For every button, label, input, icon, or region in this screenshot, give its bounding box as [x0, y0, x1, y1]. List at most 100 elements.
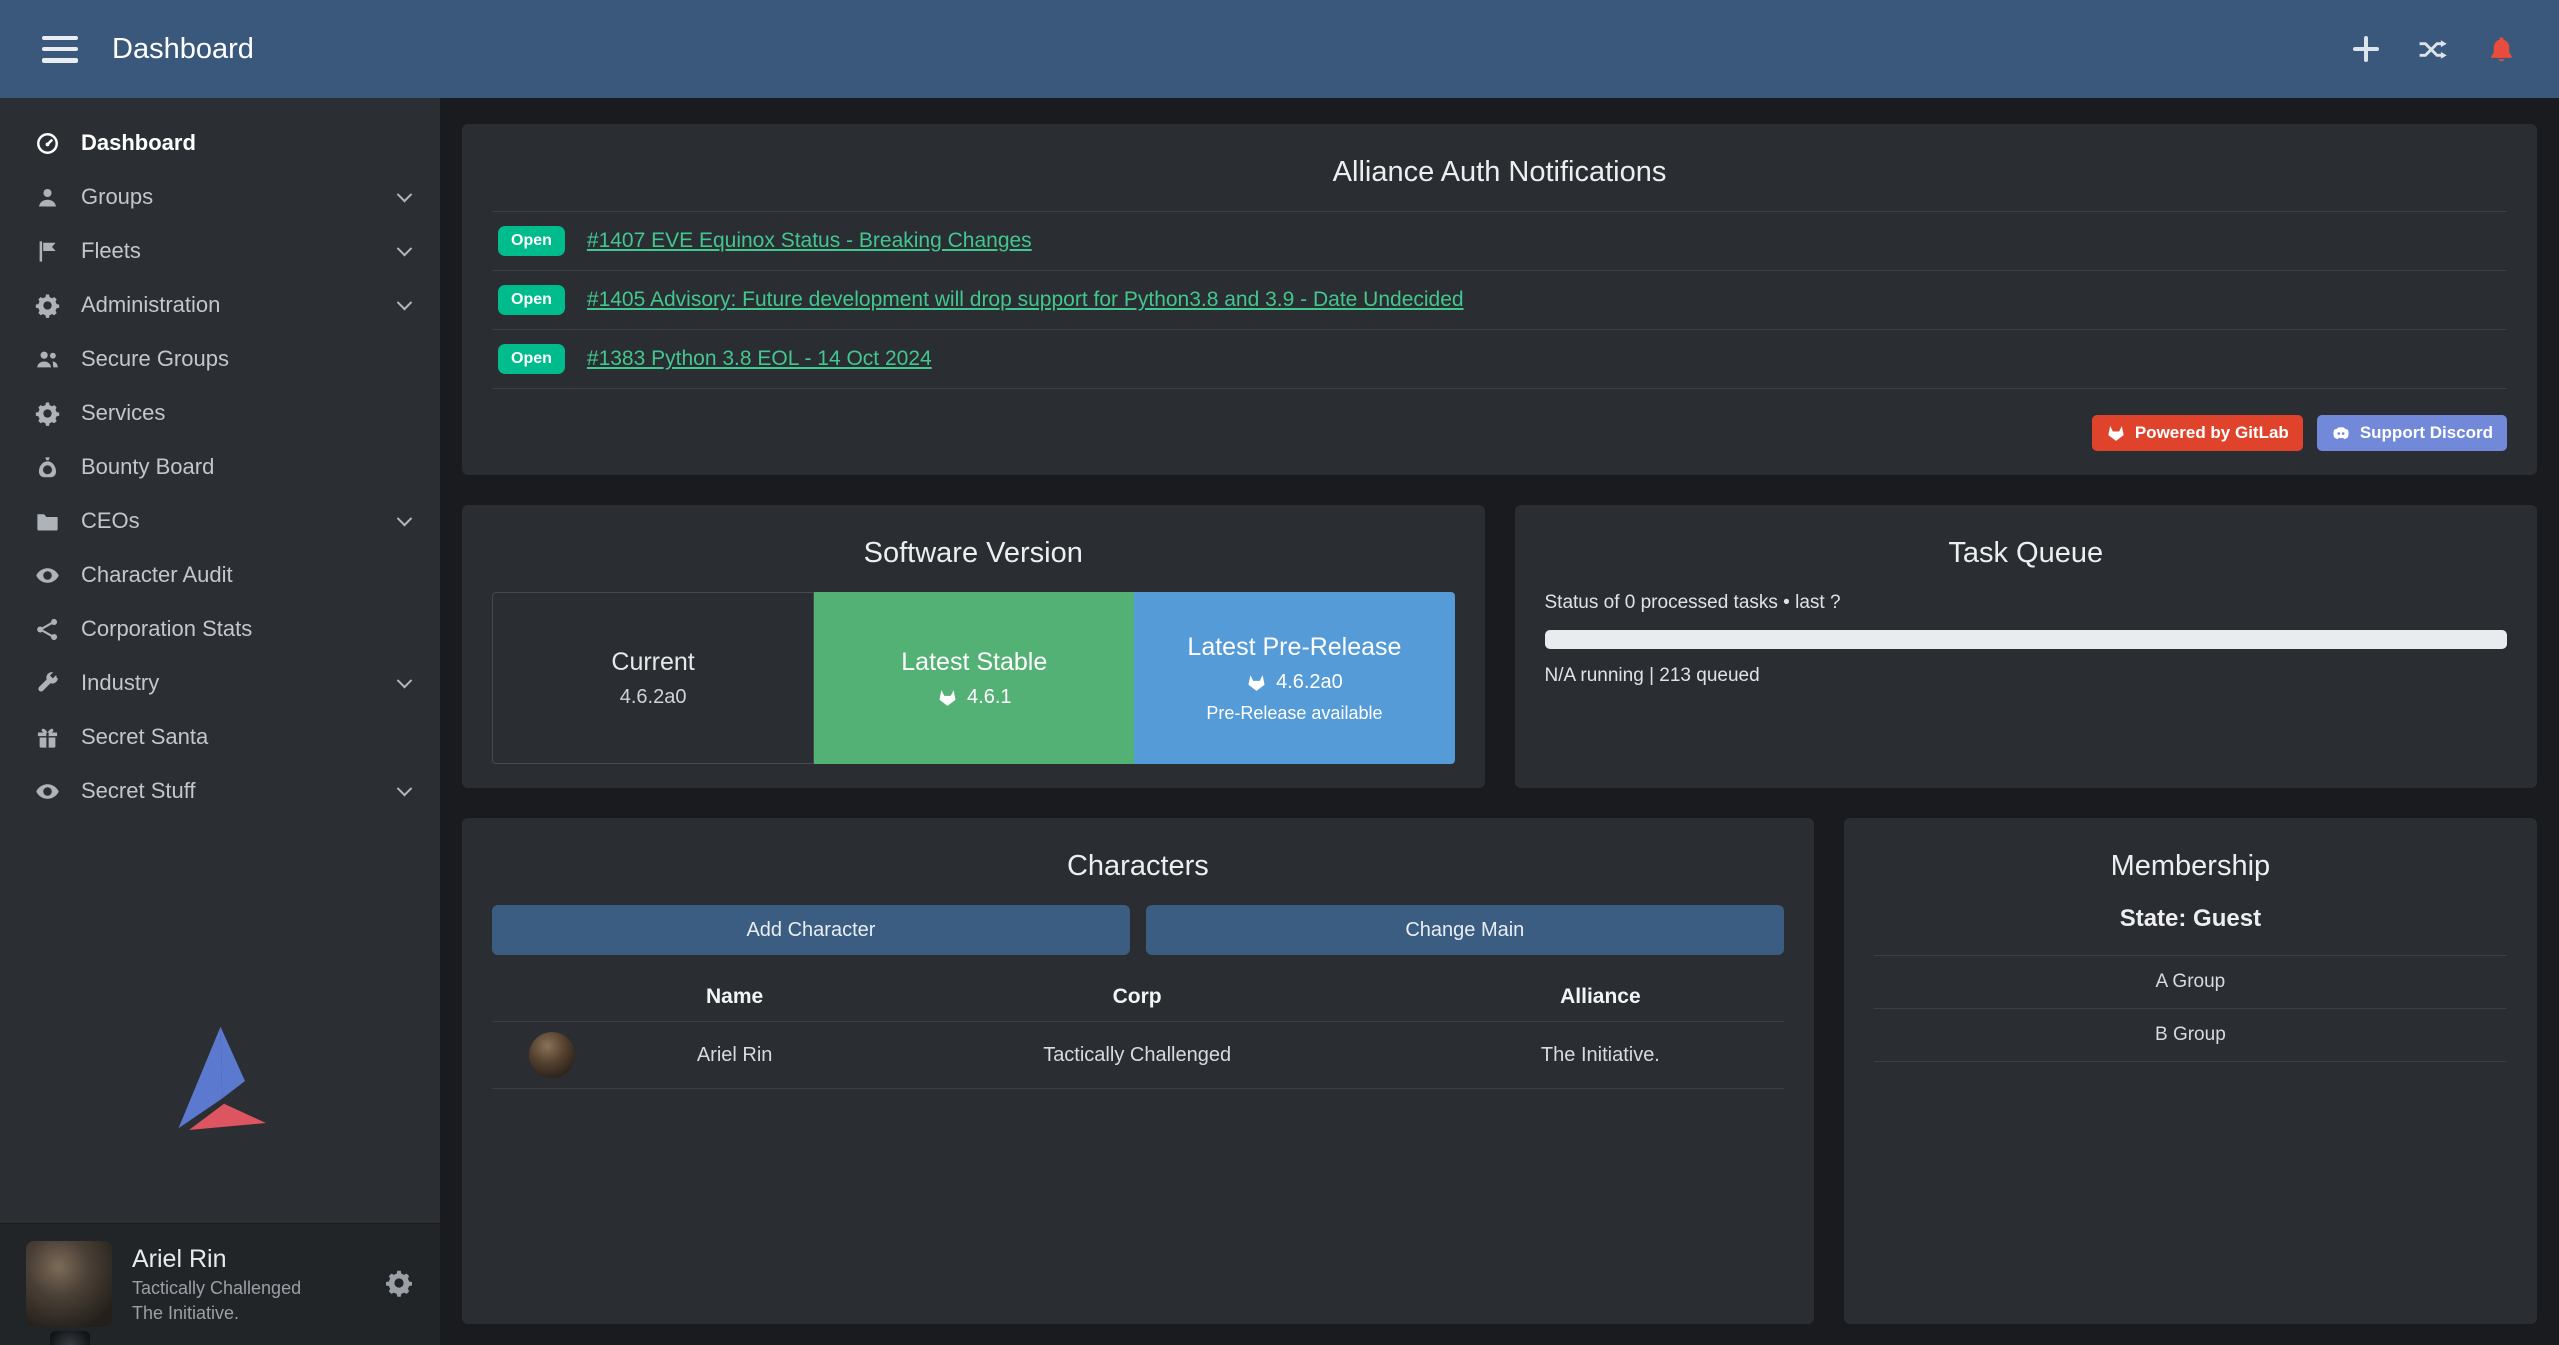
characters-card: Characters Add Character Change Main Nam…: [462, 818, 1814, 1324]
character-alliance: The Initiative.: [1417, 1022, 1784, 1089]
share-icon: [30, 616, 64, 643]
row-software-taskqueue: Software Version Current 4.6.2a0 Latest …: [462, 505, 2537, 788]
notifications-card: Alliance Auth Notifications Open #1407 E…: [462, 124, 2537, 475]
sidebar-item-corporation-stats[interactable]: Corporation Stats: [0, 602, 440, 656]
group-item: B Group: [1874, 1008, 2507, 1061]
notifications-bell-icon[interactable]: [2486, 34, 2517, 65]
sidebar-item-groups[interactable]: Groups: [0, 170, 440, 224]
user-settings-gear-icon[interactable]: [384, 1268, 414, 1301]
character-portrait: [529, 1032, 575, 1078]
user-avatar: [26, 1241, 112, 1327]
footer-badges: Powered by GitLab Support Discord: [492, 415, 2507, 451]
menu-toggle-button[interactable]: [42, 36, 78, 63]
chevron-down-icon: [397, 240, 413, 256]
notification-row: Open #1405 Advisory: Future development …: [492, 270, 2507, 329]
sidebar-item-services[interactable]: Services: [0, 386, 440, 440]
user-corp: Tactically Challenged: [132, 1278, 301, 1299]
version-prerelease-box: Latest Pre-Release 4.6.2a0 Pre-Release a…: [1134, 592, 1454, 764]
sidebar-item-label: CEOs: [81, 508, 140, 534]
task-queue-title: Task Queue: [1545, 537, 2508, 570]
version-prerelease-value: 4.6.2a0: [1246, 671, 1343, 694]
version-number: 4.6.1: [967, 686, 1011, 709]
folder-icon: [30, 508, 64, 535]
sidebar-item-administration[interactable]: Administration: [0, 278, 440, 332]
gears-icon: [30, 292, 64, 319]
add-icon[interactable]: [2353, 36, 2379, 62]
user-name: Ariel Rin: [132, 1245, 301, 1274]
support-discord-badge[interactable]: Support Discord: [2317, 415, 2507, 451]
user-meta: Ariel Rin Tactically Challenged The Init…: [132, 1245, 301, 1324]
chevron-down-icon: [397, 672, 413, 688]
notification-row: Open #1383 Python 3.8 EOL - 14 Oct 2024: [492, 329, 2507, 388]
sidebar-item-label: Secret Santa: [81, 724, 208, 750]
characters-actions: Add Character Change Main: [492, 905, 1784, 955]
alliance-column-header: Alliance: [1417, 973, 1784, 1022]
sidebar-item-secure-groups[interactable]: Secure Groups: [0, 332, 440, 386]
main-content: Alliance Auth Notifications Open #1407 E…: [440, 98, 2559, 1345]
gift-icon: [30, 724, 64, 751]
sidebar-item-label: Dashboard: [81, 130, 196, 156]
sidebar-item-ceos[interactable]: CEOs: [0, 494, 440, 548]
sidebar-item-label: Industry: [81, 670, 159, 696]
version-number: 4.6.2a0: [1276, 671, 1343, 694]
notification-link[interactable]: #1383 Python 3.8 EOL - 14 Oct 2024: [587, 347, 932, 371]
version-stable-value: 4.6.1: [937, 686, 1011, 709]
sidebar-item-label: Administration: [81, 292, 220, 318]
membership-state: State: Guest: [1874, 905, 2507, 933]
software-version-title: Software Version: [492, 537, 1455, 570]
sidebar-item-secret-santa[interactable]: Secret Santa: [0, 710, 440, 764]
sidebar-item-secret-stuff[interactable]: Secret Stuff: [0, 764, 440, 818]
status-badge: Open: [498, 285, 565, 315]
shuffle-icon[interactable]: [2417, 34, 2448, 65]
user-avatar-group: [26, 1241, 112, 1345]
sidebar-item-label: Character Audit: [81, 562, 233, 588]
chevron-down-icon: [397, 294, 413, 310]
membership-groups-list: A Group B Group: [1874, 955, 2507, 1062]
version-current-label: Current: [611, 648, 694, 677]
status-badge: Open: [498, 344, 565, 374]
chevron-down-icon: [397, 780, 413, 796]
change-main-button[interactable]: Change Main: [1146, 905, 1784, 955]
version-current-box: Current 4.6.2a0: [492, 592, 814, 764]
sidebar-item-industry[interactable]: Industry: [0, 656, 440, 710]
gitlab-icon: [2106, 423, 2126, 443]
notifications-list: Open #1407 EVE Equinox Status - Breaking…: [492, 211, 2507, 389]
gears-icon: [30, 400, 64, 427]
page-title: Dashboard: [112, 33, 254, 66]
sidebar-item-label: Secret Stuff: [81, 778, 196, 804]
sidebar-item-label: Corporation Stats: [81, 616, 252, 642]
money-icon: [30, 454, 64, 481]
characters-title: Characters: [492, 850, 1784, 883]
sidebar-item-dashboard[interactable]: Dashboard: [0, 116, 440, 170]
eye-icon: [30, 778, 64, 805]
group-item: A Group: [1874, 955, 2507, 1008]
notification-link[interactable]: #1407 EVE Equinox Status - Breaking Chan…: [587, 229, 1032, 253]
sidebar-item-label: Bounty Board: [81, 454, 214, 480]
sidebar-item-bounty-board[interactable]: Bounty Board: [0, 440, 440, 494]
character-row: Ariel Rin Tactically Challenged The Init…: [492, 1022, 1784, 1089]
wrench-icon: [30, 670, 64, 697]
character-corp: Tactically Challenged: [857, 1022, 1417, 1089]
gitlab-icon: [1246, 672, 1267, 693]
version-row: Current 4.6.2a0 Latest Stable 4.6.1 Late…: [492, 592, 1455, 764]
version-stable-label: Latest Stable: [901, 648, 1047, 677]
powered-by-gitlab-badge[interactable]: Powered by GitLab: [2092, 415, 2303, 451]
characters-table-header: Name Corp Alliance: [492, 973, 1784, 1022]
sidebar-item-label: Services: [81, 400, 165, 426]
task-queue-counts: N/A running | 213 queued: [1545, 665, 2508, 687]
notification-link[interactable]: #1405 Advisory: Future development will …: [587, 288, 1464, 312]
chevron-down-icon: [397, 510, 413, 526]
task-queue-status: Status of 0 processed tasks • last ?: [1545, 592, 2508, 614]
badge-label: Powered by GitLab: [2135, 423, 2289, 443]
sidebar-item-character-audit[interactable]: Character Audit: [0, 548, 440, 602]
task-queue-card: Task Queue Status of 0 processed tasks •…: [1515, 505, 2538, 788]
software-version-card: Software Version Current 4.6.2a0 Latest …: [462, 505, 1485, 788]
task-queue-progressbar: [1545, 630, 2508, 649]
sidebar-item-label: Groups: [81, 184, 153, 210]
sidebar-item-fleets[interactable]: Fleets: [0, 224, 440, 278]
discord-icon: [2331, 423, 2351, 443]
sidebar-item-label: Fleets: [81, 238, 141, 264]
alliance-auth-logo: [0, 1025, 440, 1130]
notifications-title: Alliance Auth Notifications: [492, 156, 2507, 189]
add-character-button[interactable]: Add Character: [492, 905, 1130, 955]
